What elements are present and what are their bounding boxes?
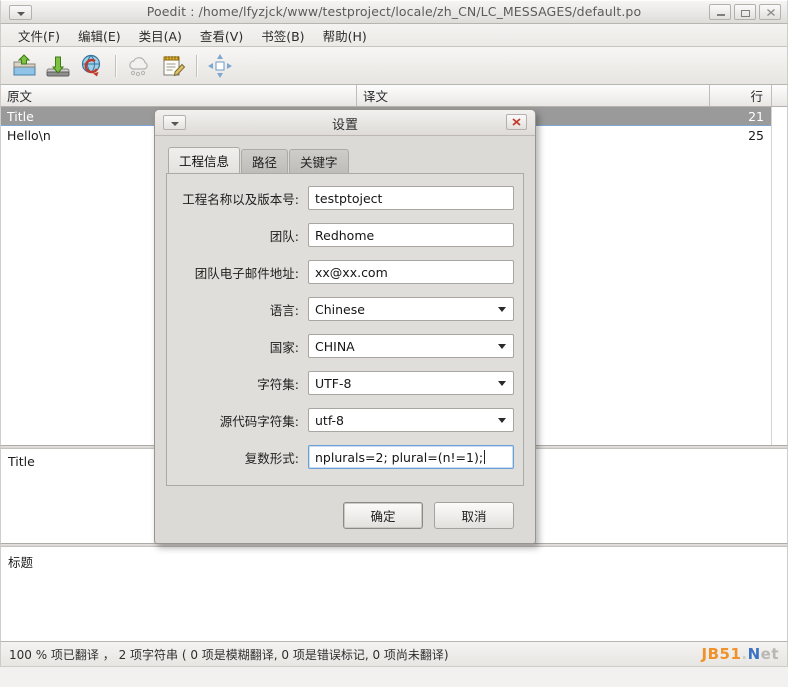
statusbar: 100 % 项已翻译 ， 2 项字符串 ( 0 项是模糊翻译, 0 项是错误标记… <box>0 641 788 667</box>
input-project-name[interactable]: testptoject <box>308 186 514 210</box>
window-controls <box>709 4 781 20</box>
input-plural-forms[interactable]: nplurals=2; plural=(n!=1); <box>308 445 514 469</box>
save-catalog-button[interactable] <box>43 51 73 81</box>
watermark: JB51.Net <box>702 645 780 663</box>
select-source-charset[interactable]: utf-8 <box>308 408 514 432</box>
label-project-name: 工程名称以及版本号: <box>167 189 308 208</box>
column-header-filler <box>772 85 787 106</box>
label-plural-forms: 复数形式: <box>167 448 308 467</box>
ok-button[interactable]: 确定 <box>343 502 423 529</box>
tab-keywords[interactable]: 关键字 <box>289 149 349 173</box>
form-row-country: 国家: CHINA <box>167 333 523 359</box>
dialog-tab-panel: 工程名称以及版本号: testptoject 团队: Redhome 团队电子邮… <box>166 173 524 486</box>
select-source-charset-value: utf-8 <box>315 413 344 428</box>
close-button[interactable] <box>759 4 781 20</box>
form-row-team: 团队: Redhome <box>167 222 523 248</box>
label-language: 语言: <box>167 300 308 319</box>
dialog-tabstrip: 工程信息 路径 关键字 <box>155 147 535 173</box>
toolbar-separator-1 <box>115 55 117 77</box>
cancel-button[interactable]: 取消 <box>434 502 514 529</box>
chevron-down-icon <box>498 307 506 312</box>
notepad-pencil-icon <box>158 51 188 81</box>
menubar: 文件(F) 编辑(E) 类目(A) 查看(V) 书签(B) 帮助(H) <box>0 24 788 47</box>
select-language-value: Chinese <box>315 302 365 317</box>
select-language[interactable]: Chinese <box>308 297 514 321</box>
tab-paths[interactable]: 路径 <box>241 149 288 173</box>
select-charset[interactable]: UTF-8 <box>308 371 514 395</box>
minimize-button[interactable] <box>709 4 731 20</box>
update-from-sources-button[interactable] <box>77 51 107 81</box>
cell-line: 25 <box>710 128 772 143</box>
menu-file[interactable]: 文件(F) <box>9 24 69 47</box>
close-icon <box>507 115 526 129</box>
cell-line: 21 <box>710 109 772 124</box>
label-country: 国家: <box>167 337 308 356</box>
form-row-team-email: 团队电子邮件地址: xx@xx.com <box>167 259 523 285</box>
column-header-translation[interactable]: 译文 <box>357 85 710 106</box>
column-header-line[interactable]: 行 <box>710 85 772 106</box>
toolbar-separator-2 <box>196 55 198 77</box>
watermark-part-n: N <box>748 645 761 663</box>
catalog-scrollbar[interactable] <box>771 107 787 445</box>
watermark-part-et: et <box>761 645 779 663</box>
statusbar-text: 100 % 项已翻译 ， 2 项字符串 ( 0 项是模糊翻译, 0 项是错误标记… <box>9 646 449 663</box>
form-row-source-charset: 源代码字符集: utf-8 <box>167 407 523 433</box>
chevron-down-icon <box>498 381 506 386</box>
cloud-icon <box>124 51 154 81</box>
input-plural-forms-value: nplurals=2; plural=(n!=1); <box>315 450 483 465</box>
toolbar <box>0 47 788 85</box>
save-disk-icon <box>43 51 73 81</box>
input-team[interactable]: Redhome <box>308 223 514 247</box>
select-country-value: CHINA <box>315 339 355 354</box>
tab-project-info[interactable]: 工程信息 <box>168 147 240 173</box>
open-folder-icon <box>9 51 39 81</box>
label-team: 团队: <box>167 226 308 245</box>
menu-edit[interactable]: 编辑(E) <box>69 24 130 47</box>
menu-view[interactable]: 查看(V) <box>191 24 252 47</box>
select-charset-value: UTF-8 <box>315 376 351 391</box>
dialog-close-button[interactable] <box>506 114 527 130</box>
dialog-button-bar: 确定 取消 <box>155 502 535 529</box>
label-team-email: 团队电子邮件地址: <box>167 263 308 282</box>
menu-help[interactable]: 帮助(H) <box>314 24 376 47</box>
chevron-down-icon <box>498 344 506 349</box>
form-row-project-name: 工程名称以及版本号: testptoject <box>167 185 523 211</box>
translation-text-input[interactable]: 标题 <box>0 547 788 641</box>
input-team-email[interactable]: xx@xx.com <box>308 260 514 284</box>
text-caret <box>484 450 485 464</box>
window-title: Poedit : /home/lfyzjck/www/testproject/l… <box>1 4 787 19</box>
dialog-title: 设置 <box>155 114 535 133</box>
chevron-down-icon <box>498 418 506 423</box>
move-arrows-icon <box>205 51 235 81</box>
column-header-source[interactable]: 原文 <box>1 85 357 106</box>
settings-dialog: 设置 工程信息 路径 关键字 工程名称以及版本号: testptoject 团队… <box>154 109 536 544</box>
window-titlebar: Poedit : /home/lfyzjck/www/testproject/l… <box>0 0 788 24</box>
form-row-language: 语言: Chinese <box>167 296 523 322</box>
catalog-header: 原文 译文 行 <box>0 85 788 107</box>
label-charset: 字符集: <box>167 374 308 393</box>
form-row-plural-forms: 复数形式: nplurals=2; plural=(n!=1); <box>167 444 523 470</box>
select-country[interactable]: CHINA <box>308 334 514 358</box>
poedit-main-window: Poedit : /home/lfyzjck/www/testproject/l… <box>0 0 788 687</box>
close-icon <box>760 5 782 19</box>
dialog-titlebar: 设置 <box>155 110 535 136</box>
watermark-part-a: JB51 <box>702 645 742 663</box>
fuzzy-toggle-button[interactable] <box>124 51 154 81</box>
settings-button[interactable] <box>205 51 235 81</box>
menu-catalog[interactable]: 类目(A) <box>130 24 191 47</box>
globe-refresh-icon <box>77 51 107 81</box>
open-catalog-button[interactable] <box>9 51 39 81</box>
form-row-charset: 字符集: UTF-8 <box>167 370 523 396</box>
maximize-button[interactable] <box>734 4 756 20</box>
menu-bookmarks[interactable]: 书签(B) <box>252 24 313 47</box>
edit-comment-button[interactable] <box>158 51 188 81</box>
label-source-charset: 源代码字符集: <box>167 411 308 430</box>
